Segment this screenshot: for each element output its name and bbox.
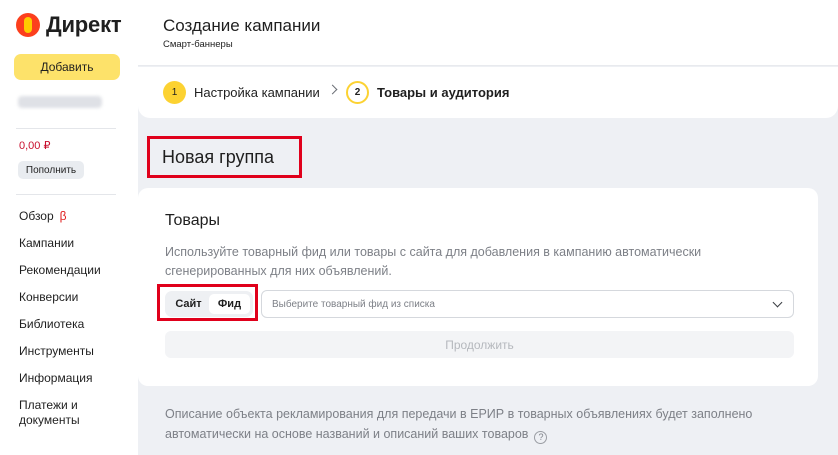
- balance: 0,00 ₽: [19, 140, 51, 152]
- sidebar: Директ Добавить 0,00 ₽ Пополнить Обзор β …: [0, 0, 138, 455]
- step-products-audience[interactable]: 2 Товары и аудитория: [346, 81, 509, 104]
- account-login-blurred[interactable]: [18, 96, 102, 108]
- logo[interactable]: Директ: [16, 12, 122, 38]
- sidebar-item-campaigns[interactable]: Кампании: [19, 236, 119, 251]
- divider: [16, 128, 116, 129]
- add-button[interactable]: Добавить: [14, 54, 120, 80]
- products-card: Товары Используйте товарный фид или това…: [138, 188, 818, 386]
- divider: [16, 194, 116, 195]
- sidebar-item-label: Обзор: [19, 209, 54, 223]
- products-description: Используйте товарный фид или товары с са…: [165, 245, 702, 278]
- sidebar-nav: Обзор β Кампании Рекомендации Конверсии Б…: [19, 209, 119, 440]
- sidebar-item-information[interactable]: Информация: [19, 371, 119, 386]
- step-campaign-settings[interactable]: 1 Настройка кампании: [163, 81, 320, 104]
- step-label: Товары и аудитория: [377, 85, 510, 100]
- topup-button[interactable]: Пополнить: [18, 161, 84, 179]
- erir-note-text: Описание объекта рекламирования для пере…: [165, 407, 753, 441]
- group-title[interactable]: Новая группа: [147, 136, 302, 178]
- sidebar-item-overview[interactable]: Обзор β: [19, 209, 119, 224]
- sidebar-item-payments[interactable]: Платежи и документы: [19, 398, 119, 428]
- sidebar-item-library[interactable]: Библиотека: [19, 317, 119, 332]
- page-title: Создание кампании: [163, 16, 321, 35]
- page-subtitle: Смарт-баннеры: [163, 39, 233, 50]
- yandex-logo-icon: [16, 13, 40, 37]
- continue-button[interactable]: Продолжить: [165, 331, 794, 358]
- erir-note: Описание объекта рекламирования для пере…: [165, 404, 775, 444]
- chevron-down-icon: [772, 297, 783, 308]
- source-toggle: Сайт Фид: [165, 291, 253, 317]
- feed-select[interactable]: Выберите товарный фид из списка: [261, 290, 794, 318]
- help-icon[interactable]: ?: [534, 430, 548, 444]
- products-title: Товары: [165, 212, 221, 229]
- feed-select-placeholder: Выберите товарный фид из списка: [272, 298, 435, 310]
- logo-text: Директ: [46, 12, 122, 37]
- step-label: Настройка кампании: [194, 85, 320, 100]
- campaign-stepper: 1 Настройка кампании 2 Товары и аудитори…: [138, 67, 838, 118]
- step-number: 2: [346, 81, 369, 104]
- source-option-feed[interactable]: Фид: [209, 294, 250, 314]
- sidebar-item-recommendations[interactable]: Рекомендации: [19, 263, 119, 278]
- source-option-site[interactable]: Сайт: [168, 294, 209, 314]
- page-header: Создание кампании Смарт-баннеры: [138, 0, 838, 66]
- chevron-right-icon: [327, 84, 338, 95]
- sidebar-item-tools[interactable]: Инструменты: [19, 344, 119, 359]
- sidebar-item-conversions[interactable]: Конверсии: [19, 290, 119, 305]
- beta-badge: β: [59, 209, 67, 223]
- step-number: 1: [163, 81, 186, 104]
